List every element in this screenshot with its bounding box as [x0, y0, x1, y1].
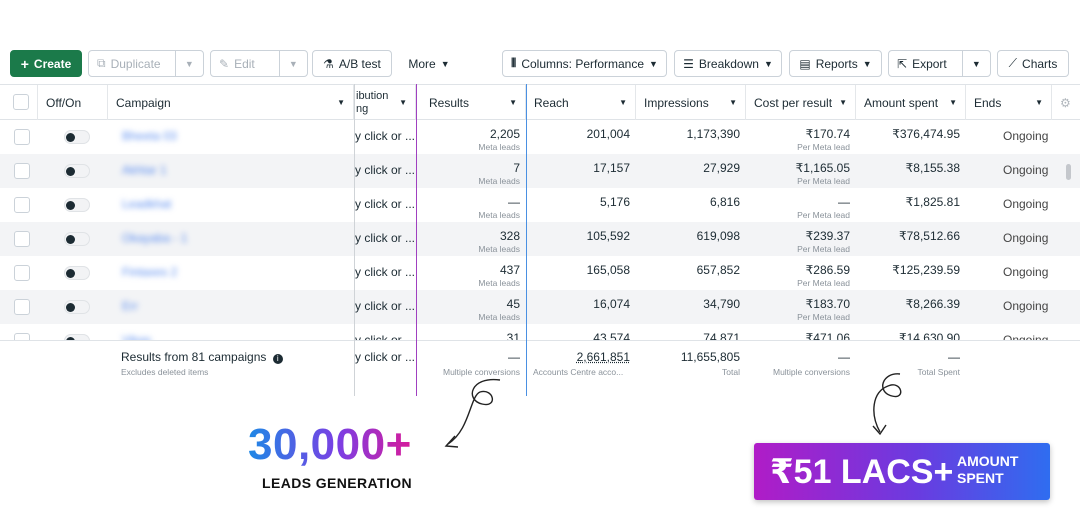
amount-arrow [873, 373, 902, 433]
amount-value: ₹51 LACS+ [770, 453, 954, 491]
leads-count-headline: 30,000+ [248, 420, 412, 469]
amount-spent-banner: ₹51 LACS+ AMOUNT SPENT [754, 443, 1050, 500]
amount-arrowhead [872, 424, 887, 436]
leads-label: LEADS GENERATION [262, 475, 413, 491]
leads-arrow [447, 378, 501, 445]
amount-label: AMOUNT SPENT [957, 453, 1019, 486]
